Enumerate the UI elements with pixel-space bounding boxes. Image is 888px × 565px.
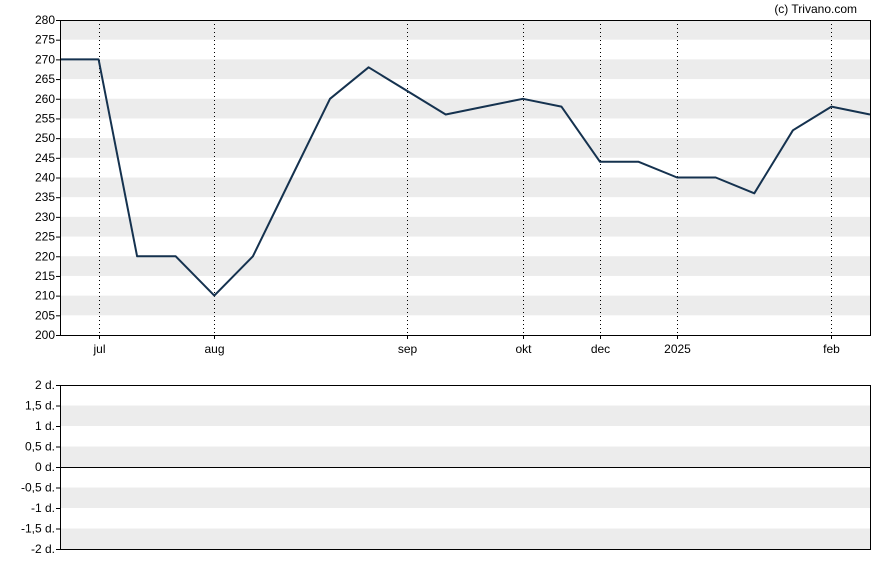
sub-y-tick-label: 1 d.: [35, 419, 55, 433]
y-tick-label: 275: [35, 33, 55, 47]
sub-chart-band: [60, 446, 870, 467]
y-tick-label: 270: [35, 52, 55, 66]
y-tick-label: 210: [35, 289, 55, 303]
x-tick-label: okt: [515, 342, 532, 356]
main-chart-band: [60, 216, 870, 237]
main-chart-band: [60, 177, 870, 198]
y-tick-label: 265: [35, 72, 55, 86]
main-chart-band: [60, 98, 870, 119]
x-tick-label: aug: [204, 342, 224, 356]
main-chart-band: [60, 59, 870, 80]
sub-y-tick-label: -1 d.: [31, 501, 55, 515]
y-tick-label: 240: [35, 171, 55, 185]
sub-y-tick-label: 2 d.: [35, 378, 55, 392]
main-chart-band: [60, 256, 870, 276]
y-tick-label: 200: [35, 328, 55, 342]
sub-y-tick-label: -1,5 d.: [21, 522, 55, 536]
y-tick-label: 255: [35, 111, 55, 125]
x-tick-label: 2025: [664, 342, 691, 356]
x-tick-label: sep: [398, 342, 418, 356]
y-tick-label: 230: [35, 210, 55, 224]
x-tick-label: dec: [591, 342, 610, 356]
y-tick-label: 250: [35, 131, 55, 145]
y-tick-label: 220: [35, 249, 55, 263]
x-tick-label: jul: [92, 342, 105, 356]
sub-y-tick-label: -0,5 d.: [21, 481, 55, 495]
y-tick-label: 215: [35, 269, 55, 283]
chart-canvas: 200 205 210 215 220 225 230 235 240 245 250 255 260 2…: [21, 2, 871, 556]
sub-chart-band: [60, 528, 870, 549]
y-tick-label: 205: [35, 308, 55, 322]
sub-chart-band: [60, 405, 870, 426]
y-tick-label: 245: [35, 151, 55, 165]
y-tick-label: 280: [35, 13, 55, 27]
sub-y-tick-label: 0 d.: [35, 460, 55, 474]
main-chart-band: [60, 138, 870, 158]
sub-y-tick-label: -2 d.: [31, 542, 55, 556]
sub-chart-bands: [60, 405, 870, 549]
y-tick-label: 225: [35, 230, 55, 244]
sub-chart-y-ticks: 2 d. 1,5 d. 1 d. 0,5 d. 0 d. -0,5 d. -1 d. -1,5…: [21, 378, 60, 556]
main-chart-band: [60, 20, 870, 40]
x-tick-label: feb: [823, 342, 840, 356]
sub-chart-band: [60, 487, 870, 508]
main-chart-band: [60, 295, 870, 316]
main-chart-bands: [60, 20, 870, 316]
y-tick-label: 260: [35, 92, 55, 106]
credit-label: (c) Trivano.com: [774, 2, 857, 16]
sub-y-tick-label: 0,5 d.: [25, 440, 55, 454]
sub-y-tick-label: 1,5 d.: [25, 399, 55, 413]
main-chart-x-ticks: jul aug sep okt dec 2025 feb: [92, 335, 840, 356]
y-tick-label: 235: [35, 190, 55, 204]
main-chart-y-ticks: 200 205 210 215 220 225 230 235 240 245 250 255 260 2…: [35, 13, 60, 342]
